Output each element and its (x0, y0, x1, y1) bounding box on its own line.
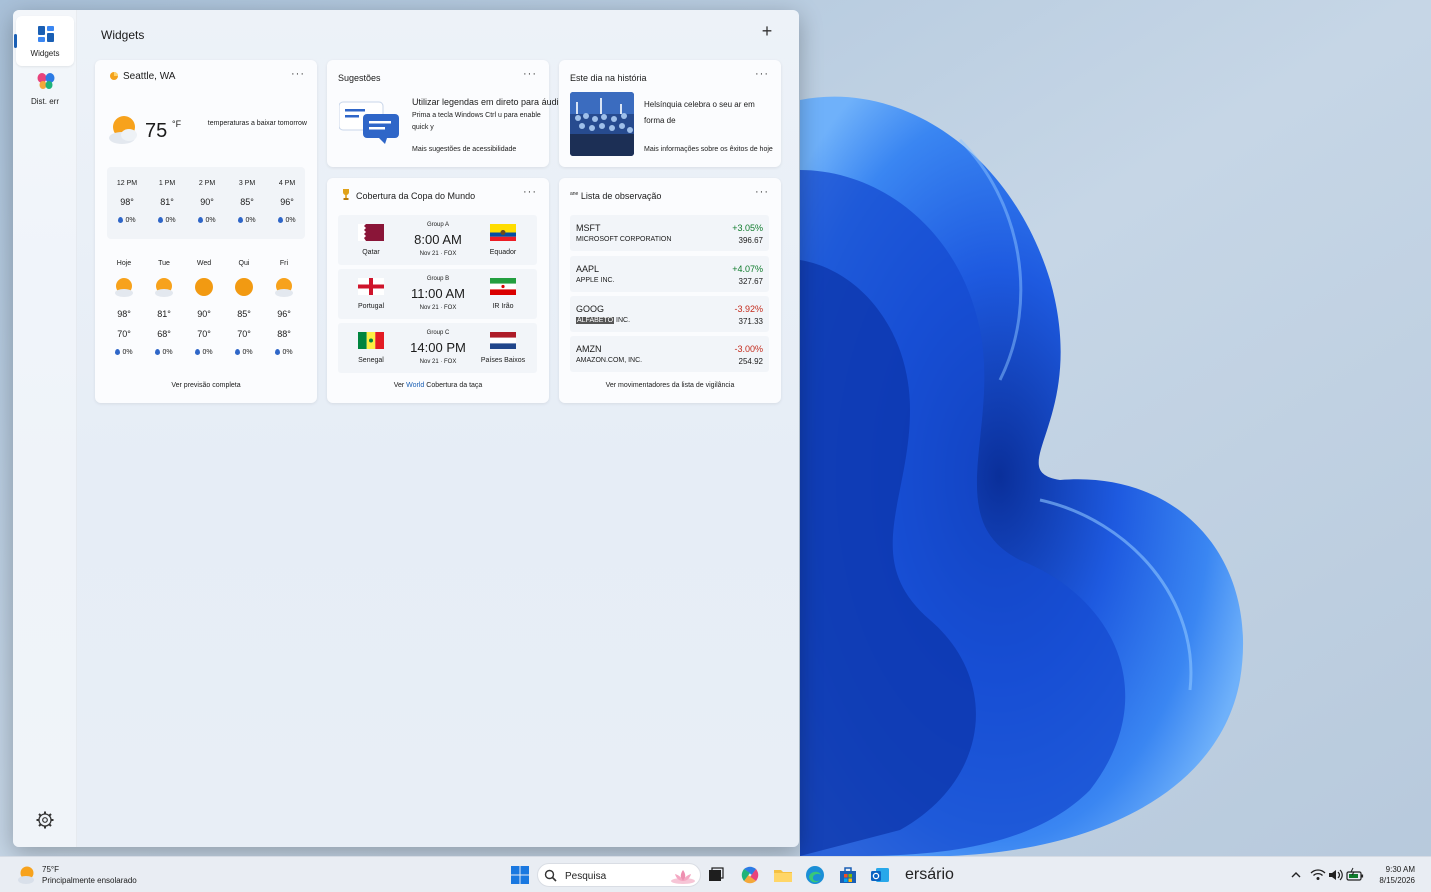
copilot-icon[interactable] (740, 865, 760, 885)
raindrop-icon (158, 217, 164, 223)
search-icon (544, 869, 557, 882)
card-title: Este dia na história (570, 73, 647, 83)
trophy-icon (343, 189, 349, 200)
more-options-button[interactable]: ··· (523, 186, 537, 198)
raindrop-icon (235, 349, 241, 355)
more-options-button[interactable]: ··· (523, 68, 537, 80)
netherlands-flag-icon (490, 332, 516, 349)
stock-row[interactable]: AMZN AMAZON.COM, INC. -3.00% 254.92 (570, 336, 769, 372)
wifi-icon[interactable] (1308, 865, 1328, 885)
raindrop-icon (278, 217, 284, 223)
card-title: Cobertura da Copa do Mundo (356, 191, 476, 201)
partly-sunny-icon (275, 278, 293, 297)
match-row[interactable]: Senegal Group C 14:00 PM Nov 21 · FOX Pa… (338, 323, 537, 373)
more-options-button[interactable]: ··· (755, 186, 769, 198)
task-view-icon[interactable] (706, 865, 726, 885)
widgets-board: Widgets Dist. err Widgets + Seattle, WA … (13, 10, 799, 847)
clock-time: 9:30 AM (1385, 865, 1415, 874)
file-explorer-icon[interactable] (773, 865, 793, 885)
partly-sunny-icon (155, 278, 173, 297)
watchlist-movers-link[interactable]: Ver movimentadores da lista de vigilânci… (559, 382, 781, 389)
full-forecast-link[interactable]: Ver previsão completa (95, 382, 317, 389)
raindrop-icon (155, 349, 161, 355)
search-placeholder: Pesquisa (565, 871, 607, 882)
microsoft-store-icon[interactable] (838, 865, 858, 885)
more-options-button[interactable]: ··· (291, 68, 305, 80)
raindrop-icon (115, 349, 121, 355)
match-row[interactable]: Qatar Group A 8:00 AM Nov 21 · FOX Equad… (338, 215, 537, 265)
sunny-icon (195, 278, 213, 296)
history-more-link[interactable]: Mais informações sobre os êxitos de hoje (644, 146, 773, 153)
card-title: Sugestões (338, 73, 381, 83)
chevron-up-icon[interactable] (1286, 865, 1306, 885)
tip-headline: Utilizar legendas em direto para áudio (412, 97, 564, 107)
hourly-forecast: 12 PM 98° 0% 1 PM 81° 0% 2 PM 90° 0% 3 PM 85… (107, 167, 305, 239)
rail-item-label: Widgets (30, 49, 60, 58)
watchlist-prefix: ane (570, 191, 579, 197)
butterfly-icon (37, 73, 55, 89)
weather-card[interactable]: Seattle, WA ··· 75 °F temperaturas a bai… (95, 60, 317, 403)
widgets-rail: Widgets Dist. err (13, 10, 77, 847)
weather-description: temperaturas a baixar tomorrow (207, 120, 307, 127)
taskbar: 75°F Principalmente ensolarado Pesquisa (0, 856, 1431, 892)
weather-location: Seattle, WA (123, 71, 176, 82)
taskbar-weather-temp[interactable]: 75°F (42, 865, 59, 874)
taskbar-search[interactable]: Pesquisa (537, 863, 701, 887)
windows-start-icon[interactable] (510, 865, 530, 885)
battery-icon[interactable] (1345, 865, 1365, 885)
partly-sunny-icon[interactable] (17, 865, 37, 885)
crowd-photo (570, 92, 634, 156)
partly-sunny-icon (115, 278, 133, 297)
world-cup-card[interactable]: Cobertura da Copa do Mundo ··· Qatar Gro… (327, 178, 549, 403)
england-flag-icon (358, 278, 384, 295)
tips-card[interactable]: Sugestões ··· Utilizar legendas em diret… (327, 60, 564, 167)
history-headline: Helsínquia celebra o seu ar em forma de (644, 100, 755, 125)
raindrop-icon (238, 217, 244, 223)
senegal-flag-icon (358, 332, 384, 349)
raindrop-icon (198, 217, 204, 223)
volume-icon[interactable] (1326, 865, 1346, 885)
board-title: Widgets (101, 28, 145, 42)
history-card[interactable]: Este dia na história ··· Helsínquia cele… (559, 60, 781, 167)
rail-item-widgets[interactable]: Widgets (14, 16, 74, 66)
qatar-flag-icon (358, 224, 384, 241)
card-title: ane Lista de observação (570, 191, 662, 201)
active-indicator (14, 34, 17, 48)
more-options-button[interactable]: ··· (755, 68, 769, 80)
system-clock[interactable]: 9:30 AM 8/15/2026 (1379, 864, 1415, 886)
settings-gear-icon[interactable] (35, 810, 55, 830)
more-tips-link[interactable]: Mais sugestões de acessibilidade (412, 146, 516, 153)
cup-coverage-link[interactable]: Ver World Cobertura da taça (327, 382, 549, 389)
tip-body: Prima a tecla Windows Ctrl u para enable… (412, 112, 541, 131)
add-widget-button[interactable]: + (758, 22, 776, 41)
widgets-icon (38, 26, 54, 42)
raindrop-icon (275, 349, 281, 355)
edge-browser-icon[interactable] (805, 865, 825, 885)
iran-flag-icon (490, 278, 516, 295)
clock-date: 8/15/2026 (1379, 876, 1415, 885)
temperature-unit: °F (172, 119, 182, 129)
watchlist-card[interactable]: ane Lista de observação ··· MSFT MICROSO… (559, 178, 781, 403)
outlook-icon[interactable] (870, 865, 890, 885)
taskbar-app-label[interactable]: ersário (905, 866, 954, 884)
lotus-icon (671, 870, 695, 884)
rail-item-label: Dist. err (31, 97, 59, 106)
current-temperature: 75 (145, 120, 168, 142)
captions-icon (339, 101, 399, 144)
highlighted-text: ALFABETO (576, 317, 615, 324)
taskbar-weather-condition[interactable]: Principalmente ensolarado (42, 876, 137, 885)
match-row[interactable]: Portugal Group B 11:00 AM Nov 21 · FOX I… (338, 269, 537, 319)
sunny-icon (235, 278, 253, 296)
stock-row[interactable]: MSFT MICROSOFT CORPORATION +3.05% 396.67 (570, 215, 769, 251)
ecuador-flag-icon (490, 224, 516, 241)
rail-item-dist[interactable]: Dist. err (16, 68, 74, 118)
raindrop-icon (195, 349, 201, 355)
stock-row[interactable]: AAPL APPLE INC. +4.07% 327.67 (570, 256, 769, 292)
stock-row[interactable]: GOOG ALFABETO INC. -3.92% 371.33 (570, 296, 769, 332)
sun-icon (110, 72, 118, 80)
world-link-word[interactable]: World (406, 382, 424, 389)
partly-sunny-icon (109, 116, 137, 144)
raindrop-icon (118, 217, 124, 223)
